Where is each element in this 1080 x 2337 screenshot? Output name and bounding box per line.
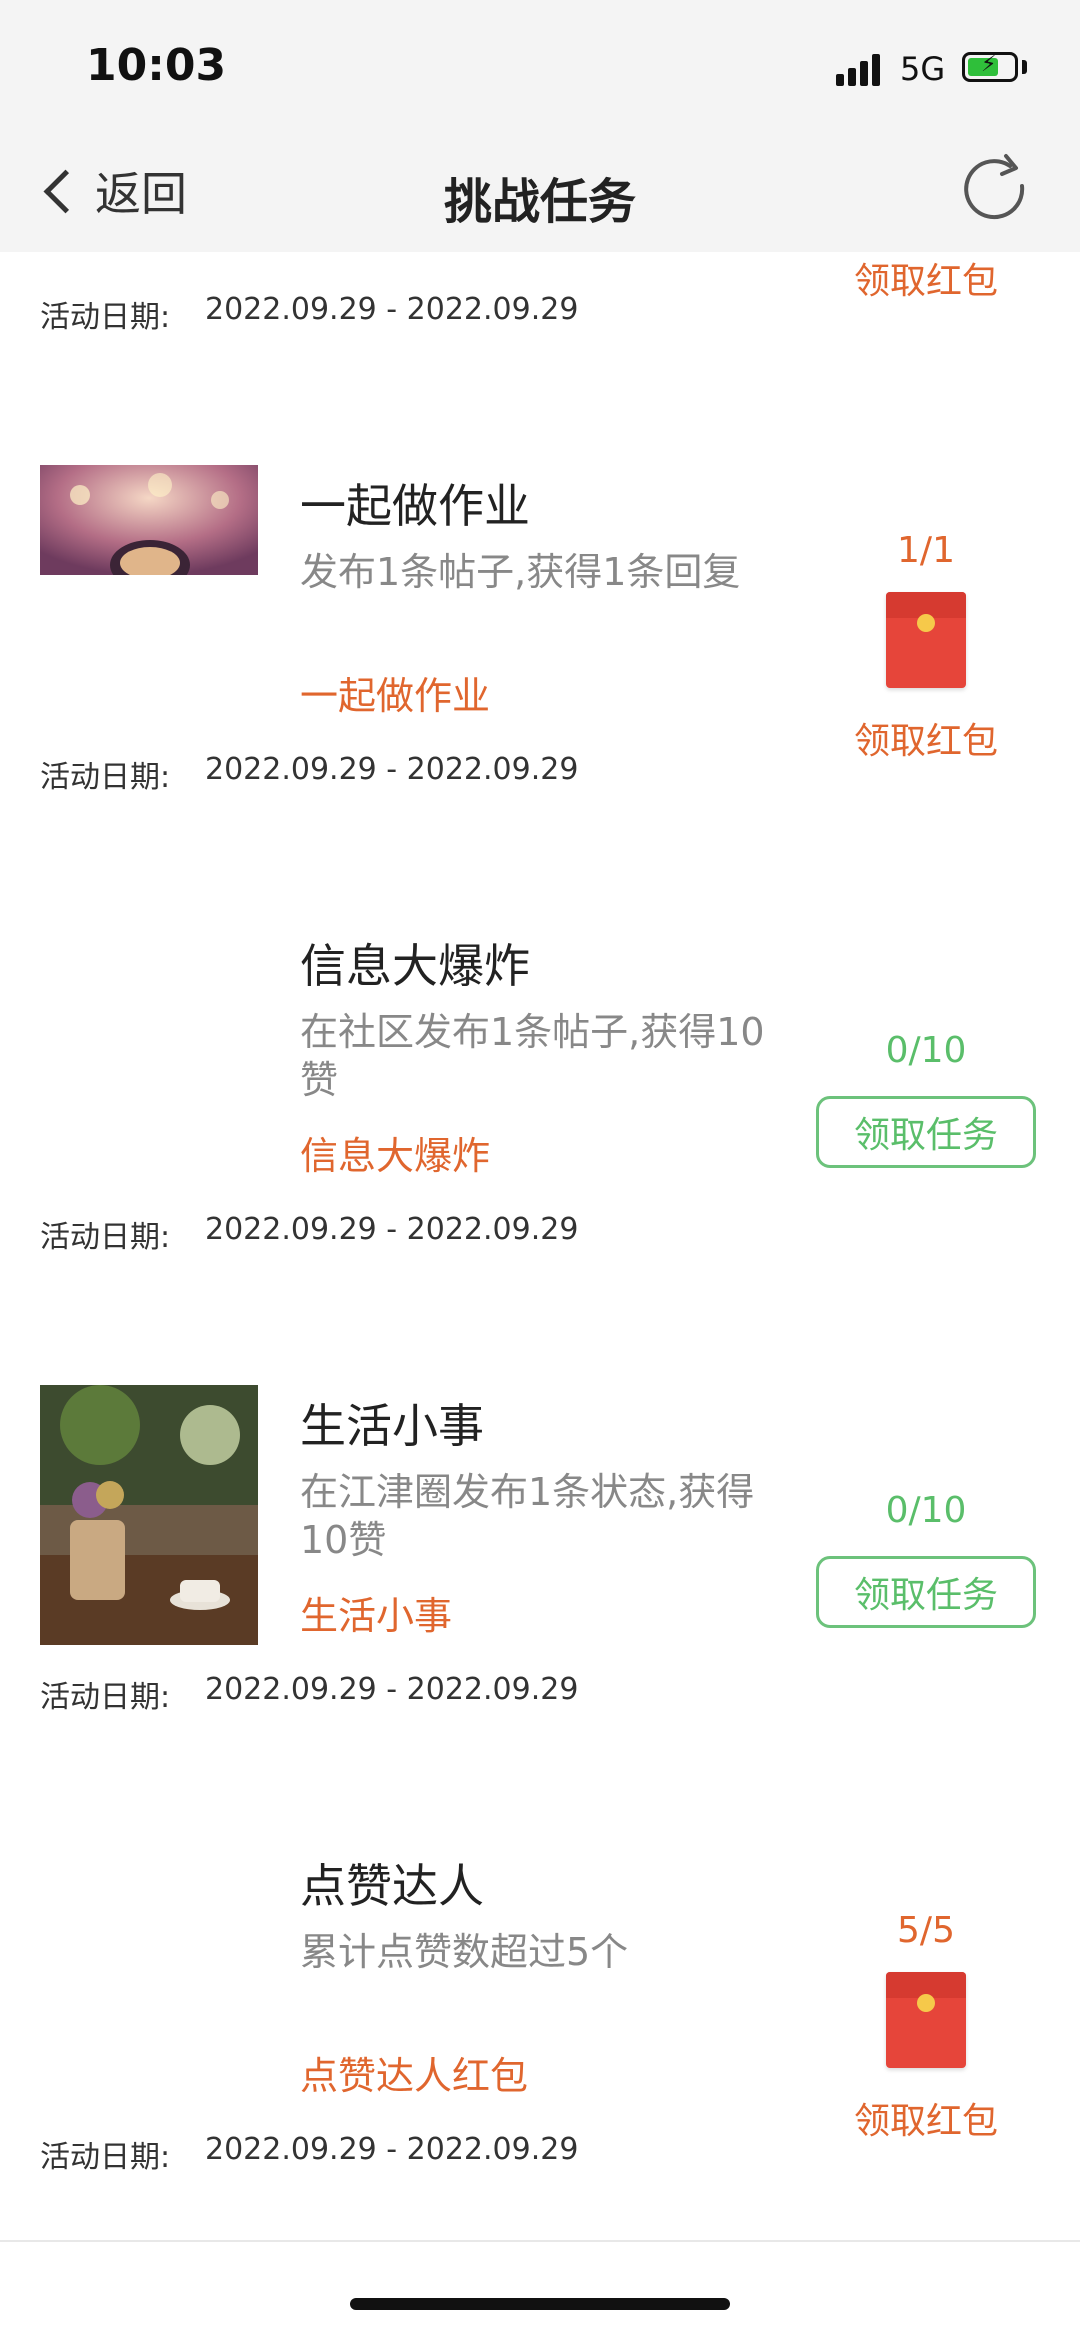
- task-card: 点赞达人 累计点赞数超过5个 点赞达人红包 5/5 领取红包 活动日期: 202…: [0, 1780, 1080, 2242]
- red-packet-icon[interactable]: [886, 1972, 966, 2068]
- task-thumbnail: [40, 1385, 258, 1645]
- task-progress: 0/10: [885, 1490, 967, 1531]
- battery-tip: [1022, 60, 1027, 74]
- task-progress: 5/5: [897, 1910, 955, 1951]
- claim-redpacket-button[interactable]: 领取红包: [816, 2092, 1036, 2144]
- claim-redpacket-button[interactable]: 领取红包: [816, 252, 1036, 304]
- network-type: 5G: [900, 50, 946, 88]
- date-label: 活动日期:: [40, 1680, 171, 1715]
- task-date: 2022.09.29 - 2022.09.29: [205, 292, 579, 327]
- claim-redpacket-button[interactable]: 领取红包: [816, 712, 1036, 764]
- date-label: 活动日期:: [40, 760, 171, 795]
- claim-task-button[interactable]: 领取任务: [816, 1556, 1036, 1628]
- task-card: 一起做作业 发布1条帖子,获得1条回复 一起做作业 1/1 领取红包 活动日期:…: [0, 400, 1080, 862]
- task-tag[interactable]: 生活小事: [300, 1585, 452, 1640]
- task-card: 信息大爆炸 在社区发布1条帖子,获得10赞 信息大爆炸 0/10 领取任务 活动…: [0, 860, 1080, 1322]
- date-label: 活动日期:: [40, 2140, 171, 2175]
- task-desc: 在江津圈发布1条状态,获得10赞: [300, 1470, 755, 1562]
- task-date: 2022.09.29 - 2022.09.29: [205, 752, 579, 787]
- task-date: 2022.09.29 - 2022.09.29: [205, 1672, 579, 1707]
- task-title: 点赞达人: [300, 1859, 484, 1913]
- task-progress: 0/10: [885, 1030, 967, 1071]
- home-indicator: [350, 2298, 730, 2310]
- task-title: 一起做作业: [300, 479, 530, 533]
- signal-icon: [836, 52, 886, 86]
- nav-bar: 返回 挑战任务: [0, 130, 1080, 253]
- refresh-icon[interactable]: [956, 150, 1036, 230]
- task-title: 信息大爆炸: [300, 939, 530, 993]
- task-tag[interactable]: 信息大爆炸: [300, 1125, 490, 1180]
- task-tag[interactable]: 点赞达人红包: [300, 2045, 528, 2100]
- status-time: 10:03: [86, 40, 227, 91]
- date-label: 活动日期:: [40, 300, 171, 335]
- task-desc: 发布1条帖子,获得1条回复: [300, 550, 741, 594]
- task-tag[interactable]: 一起做作业: [300, 665, 490, 720]
- task-title: 生活小事: [300, 1399, 484, 1453]
- battery-icon: ⚡: [962, 52, 1018, 82]
- task-desc: 累计点赞数超过5个: [300, 1930, 629, 1974]
- status-bar: 10:03 5G ⚡: [0, 0, 1080, 130]
- task-date: 2022.09.29 - 2022.09.29: [205, 1212, 579, 1247]
- task-card: 领取红包 活动日期: 2022.09.29 - 2022.09.29: [0, 252, 1080, 402]
- date-label: 活动日期:: [40, 1220, 171, 1255]
- claim-task-button[interactable]: 领取任务: [816, 1096, 1036, 1168]
- task-desc: 在社区发布1条帖子,获得10赞: [300, 1010, 765, 1102]
- page-title: 挑战任务: [443, 174, 636, 230]
- task-progress: 1/1: [897, 530, 955, 571]
- task-thumbnail: [40, 465, 258, 575]
- task-card: 生活小事 在江津圈发布1条状态,获得10赞 生活小事 0/10 领取任务 活动日…: [0, 1320, 1080, 1782]
- red-packet-icon[interactable]: [886, 592, 966, 688]
- task-date: 2022.09.29 - 2022.09.29: [205, 2132, 579, 2167]
